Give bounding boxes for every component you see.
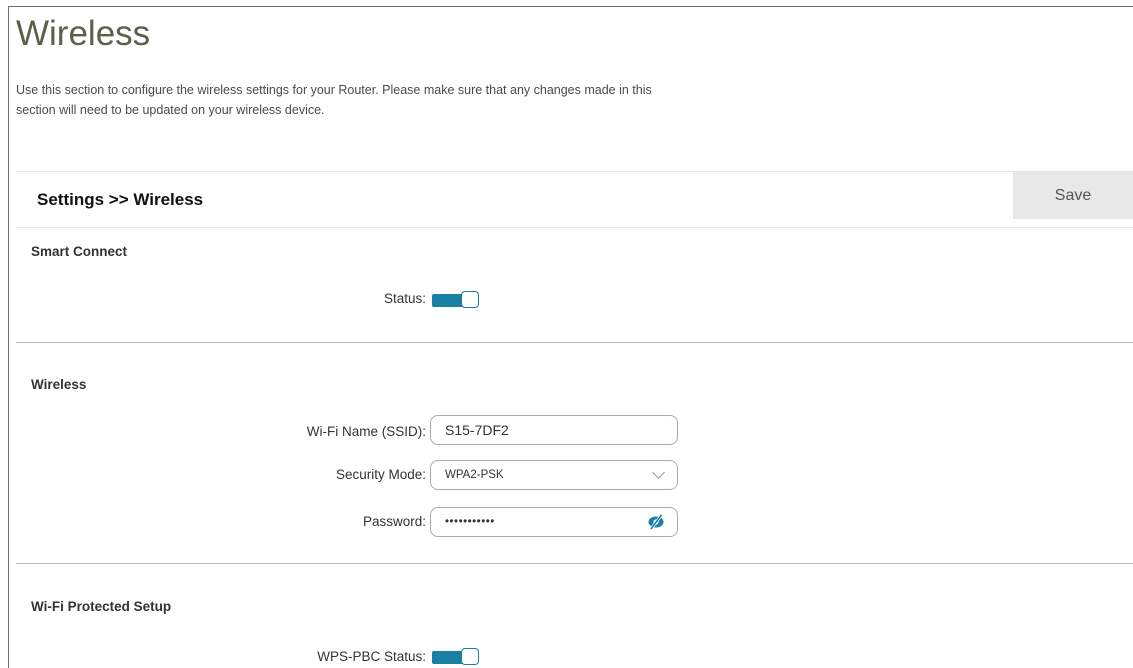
settings-header-bar: Settings >> Wireless Save xyxy=(16,171,1133,228)
section-divider xyxy=(16,563,1133,564)
smart-connect-toggle[interactable] xyxy=(432,291,481,309)
wireless-heading: Wireless xyxy=(31,377,87,392)
ssid-label: Wi-Fi Name (SSID): xyxy=(306,424,426,439)
password-label: Password: xyxy=(362,514,426,529)
password-field[interactable]: ••••••••••• xyxy=(430,507,678,537)
section-divider xyxy=(16,342,1133,343)
ssid-value: S15-7DF2 xyxy=(445,422,509,438)
page-title: Wireless xyxy=(16,14,151,53)
security-mode-value: WPA2-PSK xyxy=(445,469,504,481)
ssid-input[interactable]: S15-7DF2 xyxy=(430,415,678,445)
smart-connect-heading: Smart Connect xyxy=(31,244,128,259)
page-description: Use this section to configure the wirele… xyxy=(16,83,652,117)
breadcrumb: Settings >> Wireless xyxy=(37,190,204,209)
toggle-knob xyxy=(461,291,479,308)
password-value: ••••••••••• xyxy=(445,516,495,528)
eye-slash-icon[interactable] xyxy=(647,514,665,530)
chevron-down-icon xyxy=(652,466,665,479)
wps-pbc-status-label: WPS-PBC Status: xyxy=(317,649,426,664)
security-mode-label: Security Mode: xyxy=(335,467,426,482)
security-mode-select[interactable]: WPA2-PSK xyxy=(430,460,678,490)
save-button[interactable]: Save xyxy=(1013,172,1133,219)
smart-connect-status-label: Status: xyxy=(383,291,426,306)
toggle-knob xyxy=(461,648,479,665)
wps-pbc-toggle[interactable] xyxy=(432,648,481,666)
wps-heading: Wi-Fi Protected Setup xyxy=(31,599,172,614)
